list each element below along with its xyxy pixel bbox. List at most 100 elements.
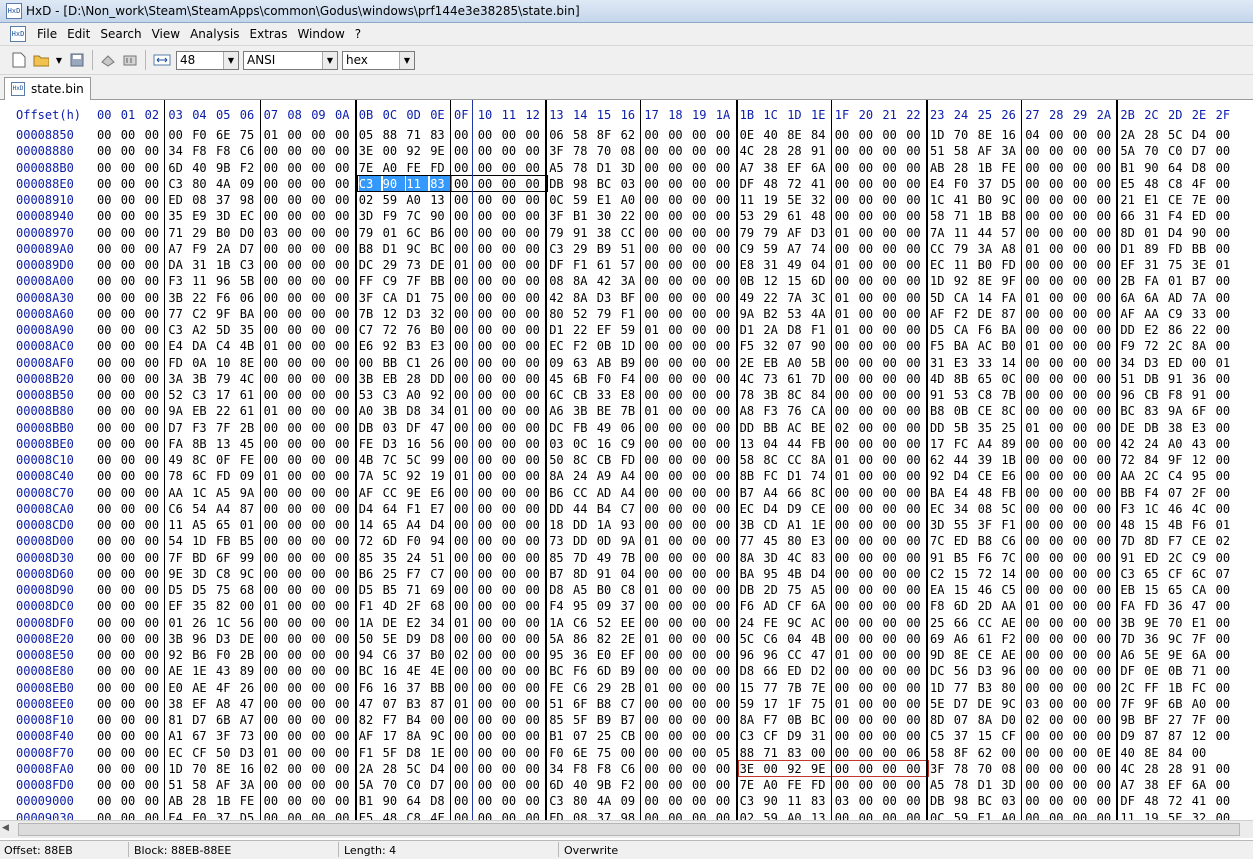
hex-byte[interactable]: 3E xyxy=(1192,257,1214,273)
hex-byte[interactable]: BC xyxy=(978,793,1000,809)
hex-byte[interactable]: 00 xyxy=(145,468,167,484)
hex-byte[interactable]: 00 xyxy=(525,192,547,208)
hex-byte[interactable]: 00 xyxy=(692,176,714,192)
hex-byte[interactable]: E3 xyxy=(1192,420,1214,436)
hex-byte[interactable]: 00 xyxy=(906,192,928,208)
hex-byte[interactable]: 03 xyxy=(549,436,571,452)
hex-byte[interactable]: 35 xyxy=(978,420,1000,436)
hex-byte[interactable]: 2C xyxy=(1168,550,1190,566)
hex-byte[interactable]: 7E xyxy=(740,777,762,793)
hex-byte[interactable]: 4A xyxy=(811,306,833,322)
hex-byte[interactable]: 00 xyxy=(668,810,690,821)
hex-byte[interactable]: 9A xyxy=(240,485,262,501)
hex-byte[interactable]: 58 xyxy=(954,143,976,159)
hex-byte[interactable]: 6B xyxy=(573,371,595,387)
hex-byte[interactable]: 00 xyxy=(145,208,167,224)
hex-byte[interactable]: 03 xyxy=(1025,696,1047,712)
hex-byte[interactable]: 01 xyxy=(835,452,857,468)
hex-byte[interactable]: F2 xyxy=(573,338,595,354)
hex-byte[interactable]: 01 xyxy=(835,225,857,241)
hex-byte[interactable]: 00 xyxy=(1025,485,1047,501)
hex-byte[interactable]: C9 xyxy=(1192,550,1214,566)
hex-byte[interactable]: 37 xyxy=(406,680,428,696)
hex-byte[interactable]: 00 xyxy=(502,143,524,159)
hex-byte[interactable]: 00 xyxy=(502,663,524,679)
hex-byte[interactable]: 00 xyxy=(882,355,904,371)
hex-byte[interactable]: 7C xyxy=(1001,550,1023,566)
hex-byte[interactable]: 00 xyxy=(145,290,167,306)
hex-byte[interactable]: 00 xyxy=(835,712,857,728)
hex-byte[interactable]: B1 xyxy=(1120,160,1142,176)
hex-byte[interactable]: 59 xyxy=(954,810,976,821)
hex-byte[interactable]: 00 xyxy=(145,485,167,501)
hex-byte[interactable]: 00 xyxy=(1192,745,1214,761)
hex-byte[interactable]: 41 xyxy=(1192,793,1214,809)
hex-byte[interactable]: C6 xyxy=(763,631,785,647)
hex-byte[interactable]: DF xyxy=(549,257,571,273)
hex-byte[interactable]: D7 xyxy=(430,777,452,793)
hex-byte[interactable]: 00 xyxy=(1049,810,1071,821)
hex-byte[interactable]: 00 xyxy=(335,176,357,192)
hex-byte[interactable]: FD xyxy=(811,777,833,793)
menu-help[interactable]: ? xyxy=(350,27,366,41)
hex-byte[interactable]: 00 xyxy=(478,436,500,452)
hex-byte[interactable]: 3F xyxy=(978,517,1000,533)
hex-byte[interactable]: 00 xyxy=(502,420,524,436)
hex-byte[interactable]: A5 xyxy=(549,160,571,176)
hex-byte[interactable]: B9 xyxy=(597,712,619,728)
hex-byte[interactable]: 3D xyxy=(1001,777,1023,793)
hex-byte[interactable]: DE xyxy=(978,306,1000,322)
hex-byte[interactable]: FA xyxy=(1120,598,1142,614)
hex-byte[interactable]: FA xyxy=(1144,273,1166,289)
hex-byte[interactable]: 00 xyxy=(644,306,666,322)
hex-byte[interactable]: 00 xyxy=(906,273,928,289)
hex-byte[interactable]: C3 xyxy=(1120,566,1142,582)
hex-byte[interactable]: 00 xyxy=(1025,208,1047,224)
hex-byte[interactable]: 00 xyxy=(502,793,524,809)
hex-byte[interactable]: 8A xyxy=(740,550,762,566)
hex-byte[interactable]: C8 xyxy=(406,810,428,821)
hex-byte[interactable]: 00 xyxy=(906,208,928,224)
hex-byte[interactable]: 00 xyxy=(716,322,738,338)
hex-byte[interactable]: 00 xyxy=(145,582,167,598)
hex-byte[interactable]: 4B xyxy=(240,338,262,354)
hex-byte[interactable]: 00 xyxy=(906,338,928,354)
hex-byte[interactable]: 00 xyxy=(525,615,547,631)
hex-byte[interactable]: 00 xyxy=(882,745,904,761)
hex-byte[interactable]: 09 xyxy=(597,598,619,614)
hex-byte[interactable]: 00 xyxy=(644,436,666,452)
hex-byte[interactable]: 00 xyxy=(145,712,167,728)
hex-byte[interactable]: B7 xyxy=(740,485,762,501)
hex-byte[interactable]: 82 xyxy=(216,598,238,614)
hex-byte[interactable]: 00 xyxy=(1097,290,1119,306)
hex-byte[interactable]: 00 xyxy=(644,241,666,257)
hex-byte[interactable]: 1A xyxy=(597,517,619,533)
hex-byte[interactable]: 29 xyxy=(573,241,595,257)
hex-byte[interactable]: 24 xyxy=(1144,436,1166,452)
hex-byte[interactable]: F5 xyxy=(740,338,762,354)
hex-byte[interactable]: 3D xyxy=(763,550,785,566)
hex-byte[interactable]: 00 xyxy=(525,127,547,143)
hex-byte[interactable]: 70 xyxy=(1168,615,1190,631)
hex-byte[interactable]: 00 xyxy=(906,436,928,452)
hex-byte[interactable]: 00 xyxy=(668,761,690,777)
hex-byte[interactable]: 9C xyxy=(1001,192,1023,208)
hex-byte[interactable]: 00 xyxy=(644,566,666,582)
hex-byte[interactable]: 01 xyxy=(644,322,666,338)
hex-byte[interactable]: 09 xyxy=(240,176,262,192)
hex-byte[interactable]: 8C xyxy=(192,452,214,468)
hex-byte[interactable]: 00 xyxy=(668,485,690,501)
hex-byte[interactable]: 00 xyxy=(97,371,119,387)
hex-byte[interactable]: 00 xyxy=(264,663,286,679)
hex-byte[interactable]: 49 xyxy=(168,452,190,468)
hex-byte[interactable]: 6B xyxy=(216,712,238,728)
hex-byte[interactable]: 00 xyxy=(121,761,143,777)
hex-byte[interactable]: 00 xyxy=(1073,420,1095,436)
hex-byte[interactable]: F3 xyxy=(763,403,785,419)
hex-byte[interactable]: 00 xyxy=(287,485,309,501)
hex-byte[interactable]: 00 xyxy=(287,550,309,566)
hex-byte[interactable]: 00 xyxy=(502,631,524,647)
hex-byte[interactable]: 12 xyxy=(1192,728,1214,744)
hex-byte[interactable]: 38 xyxy=(1168,420,1190,436)
hex-byte[interactable]: 00 xyxy=(335,566,357,582)
